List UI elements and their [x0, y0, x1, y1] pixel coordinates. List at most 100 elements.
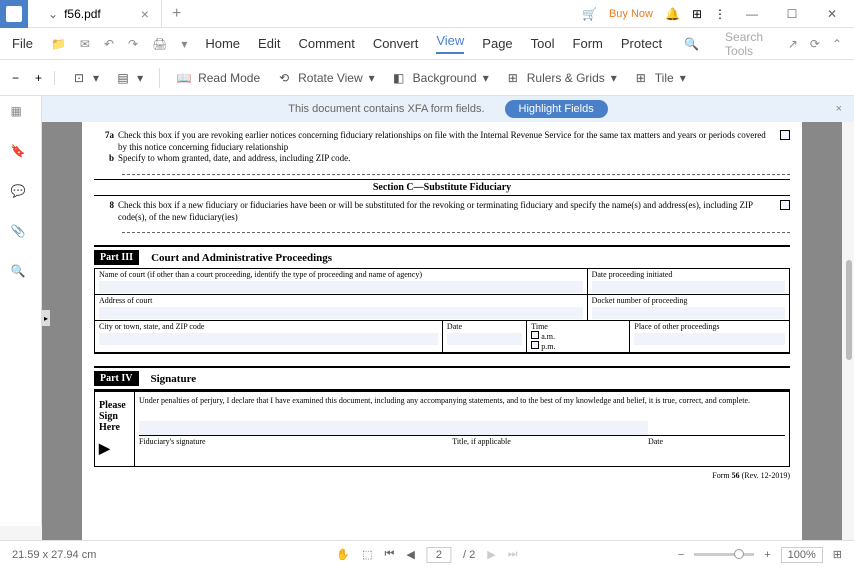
external-icon[interactable]: ↗ [788, 37, 798, 51]
page-navigation: ✋ ⬚ ⏮ ◀ 2 / 2 ▶ ⏭ [336, 547, 517, 563]
menu-view[interactable]: View [436, 33, 464, 54]
checkbox-8[interactable] [780, 200, 790, 210]
bookmark-icon[interactable]: 🔖 [11, 144, 31, 164]
sig-date-label: Date [648, 435, 785, 446]
page-dimensions: 21.59 x 27.94 cm [12, 549, 96, 561]
mail-icon[interactable]: ✉ [80, 37, 90, 51]
page-layout-button[interactable]: ▤▾ [115, 70, 143, 86]
court-address-input[interactable] [99, 307, 583, 319]
sync-icon[interactable]: ⟳ [810, 37, 820, 51]
zoom-in-icon[interactable]: + [35, 71, 42, 85]
close-button[interactable]: ✕ [818, 0, 846, 28]
line-7a-text: Check this box if you are revoking earli… [118, 130, 772, 153]
thumbnails-icon[interactable]: ▦ [11, 104, 31, 124]
zoom-slider[interactable] [694, 553, 754, 556]
first-page-icon[interactable]: ⏮ [385, 548, 395, 561]
time-cell: Time a.m. p.m. [527, 321, 630, 352]
infobar-close-icon[interactable]: × [836, 103, 842, 115]
please-sign-label: Please Sign Here ▶ [95, 392, 135, 466]
zoom-in-status-icon[interactable]: + [764, 549, 770, 561]
line-7b-text: Specify to whom granted, date, and addre… [118, 153, 790, 165]
docket-input[interactable] [592, 307, 785, 319]
date-input[interactable] [447, 333, 522, 345]
city-state-input[interactable] [99, 333, 438, 345]
bell-icon[interactable]: 🔔 [665, 7, 680, 21]
titlebar: ⌄ f56.pdf × + 🛒 Buy Now 🔔 ⊞ ⋮ — ☐ ✕ [0, 0, 854, 28]
part-3-header: Part III Court and Administrative Procee… [94, 245, 790, 269]
prev-page-icon[interactable]: ◀ [406, 548, 414, 561]
folder-icon[interactable]: 📁 [51, 37, 66, 51]
left-expand-handle[interactable]: ▸ [42, 310, 50, 326]
maximize-button[interactable]: ☐ [778, 0, 806, 28]
app-icon[interactable] [0, 0, 28, 28]
search-tools-input[interactable]: Search Tools [725, 30, 770, 58]
menu-page[interactable]: Page [482, 36, 512, 51]
court-name-cell: Name of court (if other than a court pro… [95, 269, 588, 294]
page-total: / 2 [463, 549, 475, 561]
document-tab[interactable]: ⌄ f56.pdf × [36, 0, 162, 27]
undo-icon[interactable]: ↶ [104, 37, 114, 51]
right-expand-handle[interactable]: ◂ [838, 310, 846, 326]
menu-file[interactable]: File [12, 36, 33, 51]
select-tool-icon[interactable]: ⬚ [362, 548, 372, 561]
line-8-num: 8 [94, 200, 118, 210]
next-page-icon[interactable]: ▶ [487, 548, 495, 561]
signature-block: Please Sign Here ▶ Under penalties of pe… [94, 390, 790, 467]
buy-now-link[interactable]: Buy Now [609, 8, 653, 20]
menu-convert[interactable]: Convert [373, 36, 419, 51]
search-panel-icon[interactable]: 🔍 [11, 264, 31, 284]
menu-edit[interactable]: Edit [258, 36, 280, 51]
part-4-title: Signature [151, 373, 197, 385]
print-icon[interactable]: 🖨 [152, 37, 167, 51]
doc-icon: ⌄ [48, 7, 58, 21]
attachment-icon[interactable]: 📎 [11, 224, 31, 244]
menubar: File 📁 ✉ ↶ ↷ 🖨 ▾ Home Edit Comment Conve… [0, 28, 854, 60]
menu-protect[interactable]: Protect [621, 36, 662, 51]
tile-button[interactable]: ⊞Tile▾ [633, 70, 686, 86]
new-tab-button[interactable]: + [162, 5, 191, 23]
title-input[interactable] [452, 421, 648, 435]
place-other-input[interactable] [634, 333, 785, 345]
vertical-scrollbar[interactable] [846, 260, 852, 360]
infobar-message: This document contains XFA form fields. [288, 103, 484, 115]
part-4-badge: Part IV [94, 371, 139, 386]
tab-close-icon[interactable]: × [141, 6, 149, 22]
pm-checkbox[interactable] [531, 341, 539, 349]
fit-page-button[interactable]: ⊡▾ [71, 70, 99, 86]
menu-form[interactable]: Form [573, 36, 603, 51]
rotate-view-button[interactable]: ⟲Rotate View▾ [276, 70, 375, 86]
perjury-text: Under penalties of perjury, I declare th… [139, 396, 785, 405]
document-viewport[interactable]: 7a Check this box if you are revoking ea… [42, 122, 842, 540]
fullscreen-icon[interactable]: ⊞ [833, 548, 842, 561]
date-initiated-input[interactable] [592, 281, 785, 293]
docket-cell: Docket number of proceeding [588, 295, 789, 320]
hand-tool-icon[interactable]: ✋ [336, 548, 350, 561]
kebab-icon[interactable]: ⋮ [714, 7, 726, 21]
highlight-fields-button[interactable]: Highlight Fields [505, 100, 608, 118]
checkbox-7a[interactable] [780, 130, 790, 140]
read-mode-button[interactable]: 📖Read Mode [176, 70, 260, 86]
cart-icon[interactable]: 🛒 [582, 7, 597, 21]
menu-comment[interactable]: Comment [298, 36, 354, 51]
last-page-icon[interactable]: ⏭ [508, 548, 518, 561]
share-icon[interactable]: ⊞ [692, 7, 702, 21]
search-icon[interactable]: 🔍 [684, 37, 699, 51]
page-current-input[interactable]: 2 [427, 547, 451, 563]
zoom-level[interactable]: 100% [781, 547, 823, 563]
menu-home[interactable]: Home [205, 36, 240, 51]
background-button[interactable]: ◧Background▾ [391, 70, 489, 86]
am-checkbox[interactable] [531, 331, 539, 339]
minimize-button[interactable]: — [738, 0, 766, 28]
zoom-out-icon[interactable]: − [12, 71, 19, 85]
dropdown-icon[interactable]: ▾ [181, 37, 187, 51]
court-address-cell: Address of court [95, 295, 588, 320]
menu-tool[interactable]: Tool [531, 36, 555, 51]
zoom-out-status-icon[interactable]: − [678, 549, 684, 561]
expand-icon[interactable]: ⌃ [832, 37, 842, 51]
fiduciary-signature-input[interactable] [139, 421, 452, 435]
city-state-cell: City or town, state, and ZIP code [95, 321, 443, 352]
comment-panel-icon[interactable]: 💬 [11, 184, 31, 204]
rulers-grids-button[interactable]: ⊞Rulers & Grids▾ [505, 70, 617, 86]
court-name-input[interactable] [99, 281, 583, 293]
redo-icon[interactable]: ↷ [128, 37, 138, 51]
